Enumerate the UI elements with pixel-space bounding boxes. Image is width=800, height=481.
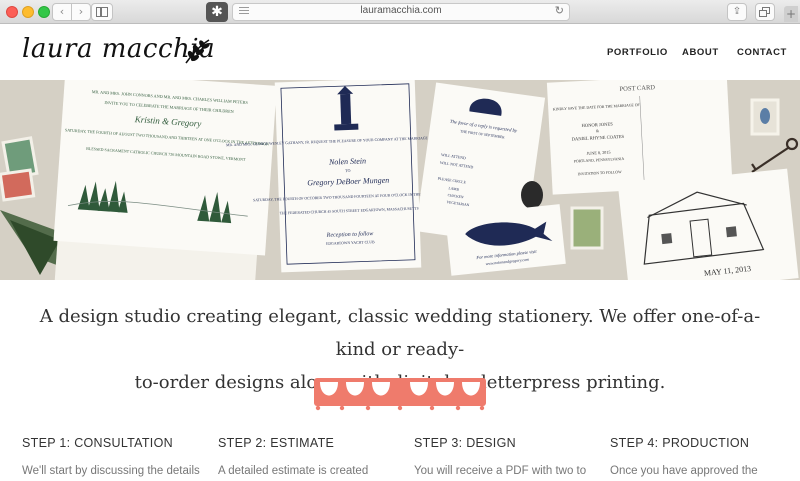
step-title: STEP 4: PRODUCTION bbox=[610, 436, 750, 450]
step-estimate: STEP 2: ESTIMATE A detailed estimate is … bbox=[218, 436, 398, 481]
svg-text:Nolen Stein: Nolen Stein bbox=[328, 156, 366, 166]
step-description: You will receive a PDF with two to bbox=[414, 465, 587, 477]
step-title: STEP 1: CONSULTATION bbox=[22, 436, 173, 450]
step-title: STEP 2: ESTIMATE bbox=[218, 436, 335, 450]
step-design: STEP 3: DESIGN You will receive a PDF wi… bbox=[414, 436, 594, 481]
asterisk-icon: ✱ bbox=[211, 4, 223, 20]
minimize-window-button[interactable] bbox=[22, 6, 34, 18]
step-consultation: STEP 1: CONSULTATION We'll start by disc… bbox=[22, 436, 202, 481]
forward-button[interactable]: › bbox=[71, 3, 91, 21]
step-production: STEP 4: PRODUCTION Once you have approve… bbox=[610, 436, 790, 481]
address-bar[interactable]: lauramacchia.com ↻ bbox=[232, 3, 570, 21]
show-tabs-button[interactable] bbox=[755, 3, 775, 21]
chevron-left-icon: ‹ bbox=[59, 5, 65, 18]
stationery-photo: MR. AND MRS. JOHN CONNORS AND MR. AND MR… bbox=[0, 80, 800, 280]
extension-button[interactable]: ✱ bbox=[206, 2, 228, 22]
close-window-button[interactable] bbox=[6, 6, 18, 18]
hero-image: MR. AND MRS. JOHN CONNORS AND MR. AND MR… bbox=[0, 80, 800, 280]
step-description: A detailed estimate is created bbox=[218, 465, 369, 477]
illustrated-house-card: MAY 11, 2013 bbox=[618, 168, 799, 280]
reload-icon[interactable]: ↻ bbox=[555, 4, 564, 17]
plus-icon: + bbox=[785, 7, 797, 21]
chevron-right-icon: › bbox=[78, 5, 84, 18]
zoom-window-button[interactable] bbox=[38, 6, 50, 18]
leaf-sprig-icon bbox=[185, 39, 210, 64]
info-card-whale: For more information please visit www.no… bbox=[445, 204, 566, 276]
share-button[interactable]: ⇪ bbox=[727, 3, 747, 21]
back-button[interactable]: ‹ bbox=[52, 3, 72, 21]
step-title: STEP 3: DESIGN bbox=[414, 436, 516, 450]
invitation-card-mountains: MR. AND MRS. JOHN CONNORS AND MR. AND MR… bbox=[53, 80, 277, 280]
tagline-line-1: A design studio creating elegant, classi… bbox=[39, 306, 761, 360]
stone bbox=[521, 181, 543, 209]
nav-about[interactable]: ABOUT bbox=[682, 47, 719, 58]
site-header: laura macchia PORTFOLIO ABOUT CONTACT bbox=[0, 24, 800, 80]
nav-contact[interactable]: CONTACT bbox=[737, 47, 787, 58]
step-description: Once you have approved the bbox=[610, 465, 758, 477]
svg-text:TO: TO bbox=[345, 168, 351, 173]
url-text: lauramacchia.com bbox=[360, 5, 442, 16]
scallop-divider-icon bbox=[314, 378, 486, 411]
browser-toolbar: ‹ › ✱ lauramacchia.com ↻ ⇪ + bbox=[0, 0, 800, 24]
sidebar-toggle-button[interactable] bbox=[91, 3, 113, 21]
new-tab-button[interactable]: + bbox=[784, 6, 798, 22]
step-description: We'll start by discussing the details bbox=[22, 465, 200, 477]
nav-portfolio[interactable]: PORTFOLIO bbox=[607, 47, 668, 58]
sidebar-icon bbox=[96, 7, 108, 17]
postage-stamp-middle bbox=[570, 206, 604, 250]
share-icon: ⇪ bbox=[732, 6, 742, 17]
